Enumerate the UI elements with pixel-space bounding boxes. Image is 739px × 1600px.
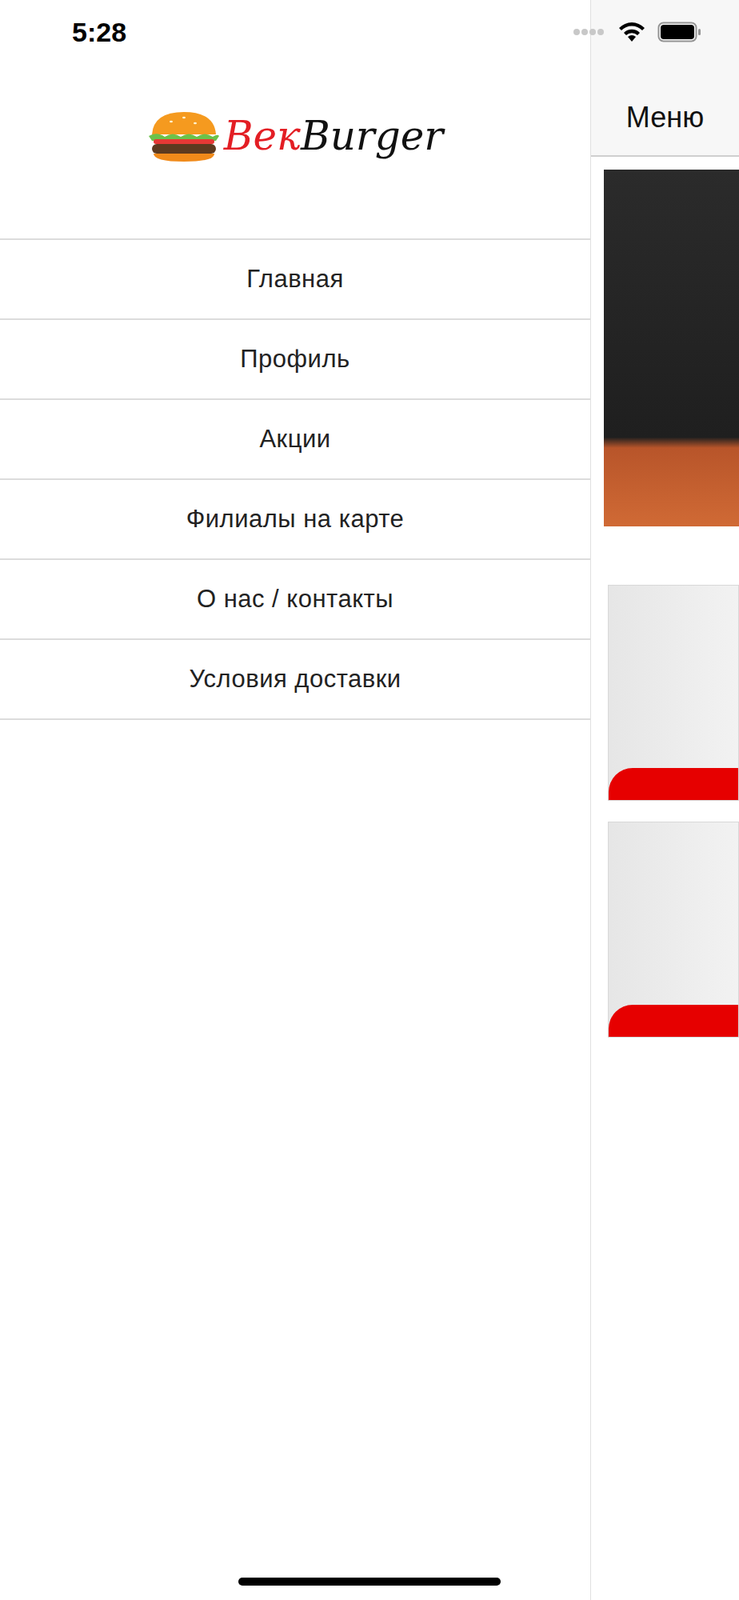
status-bar: 5:28 — [0, 0, 739, 64]
main-panel: Меню — [590, 0, 739, 1600]
drawer-menu-item[interactable]: Главная — [0, 239, 591, 320]
status-time: 5:28 — [71, 16, 127, 48]
drawer-menu-item[interactable]: Акции — [0, 399, 591, 480]
header-title: Меню — [626, 100, 704, 135]
category-tile[interactable] — [607, 584, 739, 801]
logo-text-black: Burger — [300, 112, 444, 160]
home-indicator — [238, 1577, 501, 1586]
side-drawer: ВекBurger ГлавнаяПрофильАкцииФилиалы на … — [0, 0, 591, 1600]
drawer-menu-item[interactable]: Условия доставки — [0, 639, 591, 720]
logo-text-red: Век — [223, 112, 301, 160]
drawer-menu-item[interactable]: Профиль — [0, 319, 591, 400]
promo-banner[interactable] — [603, 169, 739, 527]
drawer-menu: ГлавнаяПрофильАкцииФилиалы на картеО нас… — [0, 238, 591, 720]
wifi-icon — [617, 20, 647, 44]
burger-icon — [147, 107, 221, 165]
app-screen: 5:28 ВекBurger ГлавнаяПрофильАкцииФилиал… — [0, 0, 739, 1600]
status-icons — [572, 20, 703, 44]
drawer-menu-item[interactable]: Филиалы на карте — [0, 479, 591, 560]
logo[interactable]: ВекBurger — [0, 95, 591, 176]
signal-icon — [572, 27, 607, 36]
category-tile[interactable] — [607, 821, 739, 1038]
drawer-menu-item[interactable]: О нас / контакты — [0, 559, 591, 640]
battery-icon — [657, 20, 703, 44]
content — [591, 156, 739, 1059]
